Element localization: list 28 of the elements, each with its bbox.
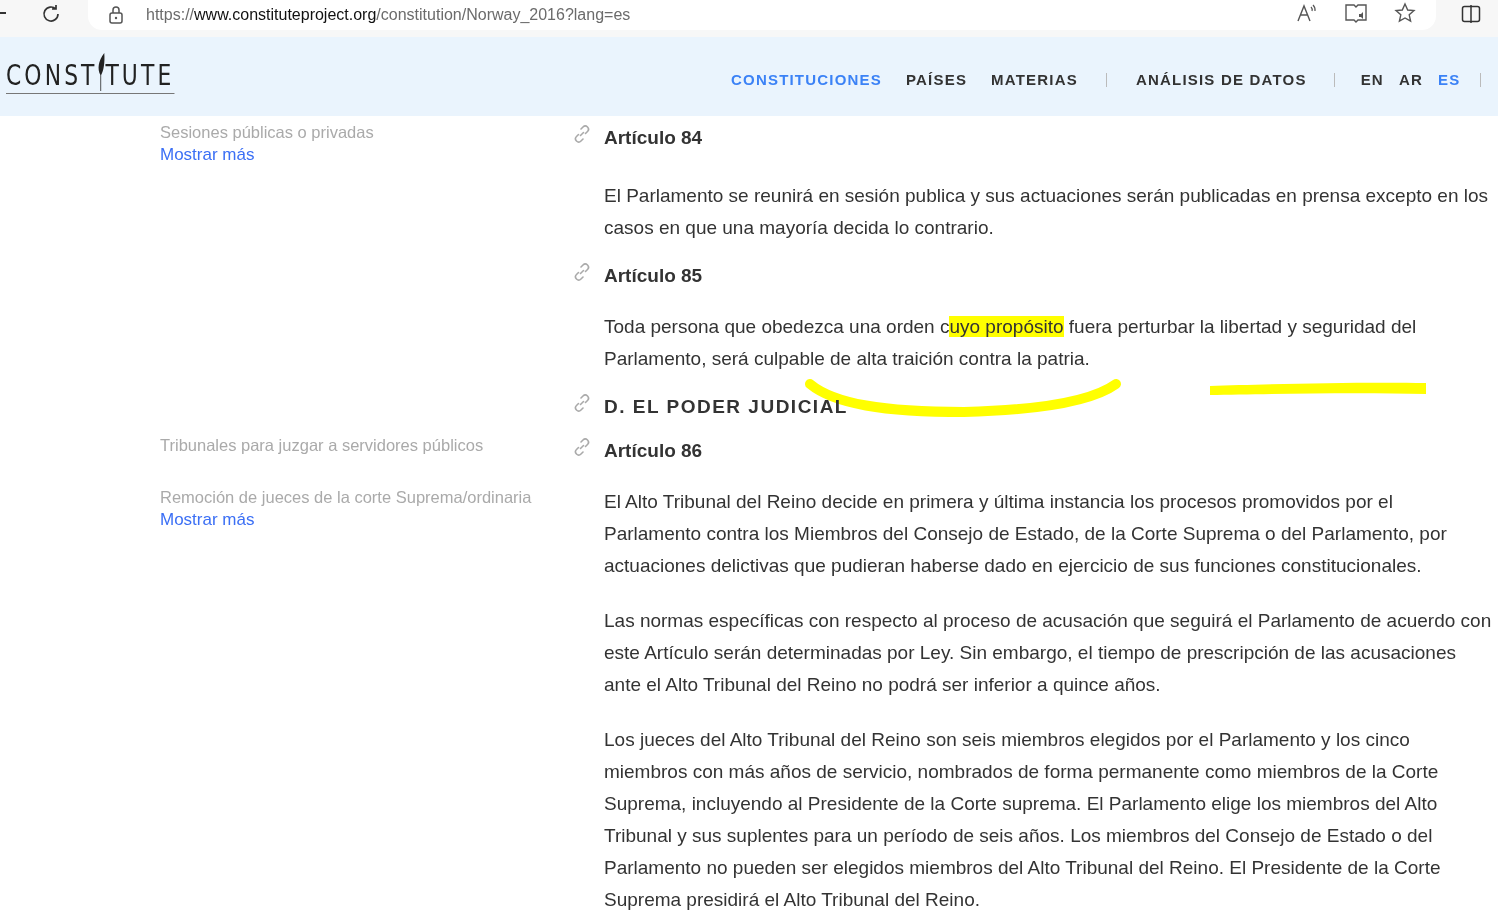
article-paragraph: El Alto Tribunal del Reino decide en primera y última instancia los procesos promovidos por el Parlamento contra los Miembros del Consejo de Estado, de la Corte Suprema o del Parlamento, por actuaciones delictivas que pudieran haberse dado en ejercicio de sus funciones constitucionales. (604, 490, 1448, 578)
nav-link[interactable]: EN (1360, 69, 1384, 92)
topic-label: Sesiones públicas o privadas (160, 122, 374, 143)
article-paragraph: El Parlamento se reunirá en sesión publica y sus actuaciones serán publicadas en prensa excepto en los casos en que una mayoría decida lo contrario. (604, 184, 1490, 240)
read-aloud-icon[interactable] (1296, 2, 1318, 24)
topic-label: Tribunales para juzgar a servidores públicos (160, 435, 484, 456)
nav-link[interactable]: MATERIAS (991, 69, 1078, 92)
lock-icon[interactable] (108, 6, 124, 24)
article-heading: Artículo 84 (604, 125, 703, 150)
section-heading: D. EL PODER JUDICIAL (604, 394, 848, 419)
show-more-link[interactable]: Mostrar más (160, 508, 255, 532)
article-paragraph: Los jueces del Alto Tribunal del Reino son seis miembros elegidos por el Parlamento y los cinco miembros con más años de servicio, nombrados de forma permanente como miembros de la Corte Suprema, incluyendo al Presidente de la Corte suprema. El Parlamento elige los miembros del Alto Tribunal y sus suplentes para un período de seis años. Los miembros del Consejo de Estado o del Parlamento no pueden ser elegidos miembros del Alto Tribunal del Reino. El Presidente de la Corte Suprema presidirá el Alto Tribunal del Reino. (604, 728, 1442, 912)
reader-icon[interactable] (1344, 2, 1368, 24)
nav-link[interactable]: PAÍSES (906, 69, 968, 92)
quill-icon (97, 53, 106, 91)
reload-icon[interactable] (40, 3, 62, 25)
site-logo[interactable]: CONST TUTE (6, 53, 175, 94)
article-paragraph: Toda persona que obedezca una orden cuyo propósito fuera perturbar la libertad y seguridad del Parlamento, será culpable de alta traición contra la patria. (604, 315, 1418, 371)
split-screen-icon[interactable] (1461, 4, 1481, 24)
nav-link[interactable]: AR (1398, 69, 1423, 92)
address-bar[interactable]: https://www.constituteproject.org/constitution/Norway_2016?lang=es (88, 0, 1436, 30)
nav-link[interactable]: ANÁLISIS DE DATOS (1135, 69, 1307, 92)
article-paragraph: Las normas específicas con respecto al proceso de acusación que seguirá el Parlamento de acuerdo con este Artículo serán determinadas por Ley. Sin embargo, el tiempo de prescripción de las acusaciones ante el Alto Tribunal del Reino no podrá ser inferior a quince años. (604, 609, 1492, 697)
star-icon[interactable] (1394, 2, 1416, 24)
article-heading: Artículo 86 (604, 438, 703, 463)
topic-label: Remoción de jueces de la corte Suprema/ordinaria (160, 487, 532, 508)
show-more-link[interactable]: Mostrar más (160, 143, 255, 167)
article-heading: Artículo 85 (604, 263, 703, 288)
